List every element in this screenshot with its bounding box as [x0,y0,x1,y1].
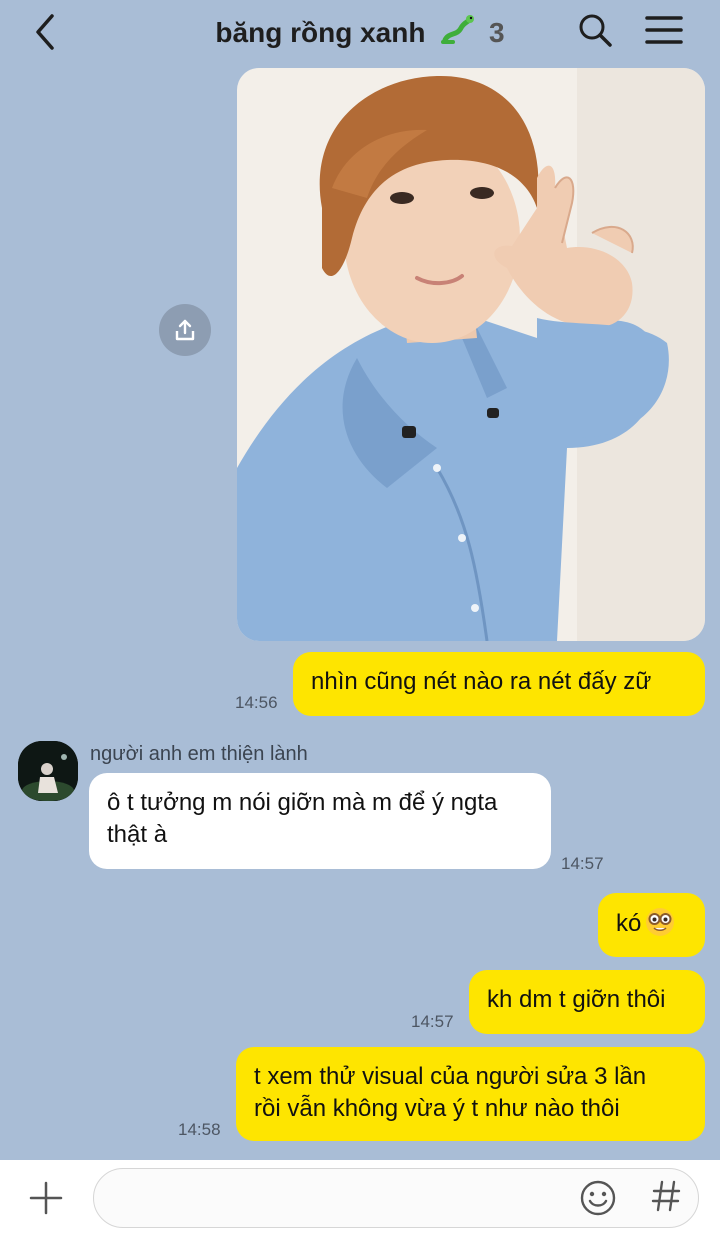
message-text: kh dm t giỡn thôi [487,986,666,1013]
message-text: nhìn cũng nét nào ra nét đấy zữ [311,668,652,695]
plus-icon [29,1181,63,1215]
sender-avatar[interactable] [18,741,78,801]
message-input-bar [0,1160,720,1236]
their-message-bubble[interactable]: ô t tưởng m nói giỡn mà m để ý ngta thật… [89,773,551,869]
message-time: 14:57 [561,854,604,873]
emoji-button[interactable] [578,1178,618,1218]
nerd-face-emoji-icon [645,907,675,946]
message-time: 14:56 [235,693,278,712]
sender-name: người anh em thiện lành [90,743,308,765]
message-text-line: rồi vẫn không vừa ý t như nào thôi [254,1095,620,1122]
message-text: kó [616,910,642,937]
message-text-line: ô t tưởng m nói giỡn mà m để ý ngta [107,789,498,816]
chat-header: băng rồng xanh 3 [0,0,720,64]
my-message-bubble[interactable]: t xem thử visual của người sửa 3 lần rồi… [236,1047,705,1141]
attach-button[interactable] [26,1178,66,1218]
search-icon [579,14,612,47]
my-message-bubble[interactable]: kó [598,893,705,957]
photo-message[interactable] [237,68,705,641]
message-text-line: t xem thử visual của người sửa 3 lần [254,1063,647,1090]
chat-title: băng rồng xanh [215,17,426,48]
hashtag-icon [651,1180,681,1212]
message-time: 14:57 [411,1012,454,1031]
my-message-bubble[interactable]: nhìn cũng nét nào ra nét đấy zữ [293,652,705,716]
hashtag-button[interactable] [648,1174,684,1218]
member-count: 3 [488,17,505,48]
hamburger-menu-icon [645,16,683,44]
smiley-icon [580,1180,616,1216]
avatar-image [18,741,78,801]
menu-button[interactable] [644,12,684,48]
share-photo-button[interactable] [159,304,211,356]
selfie-photo [237,68,705,641]
message-time: 14:58 [178,1120,221,1139]
message-text-line: thật à [107,821,168,848]
search-button[interactable] [575,10,615,50]
my-message-bubble[interactable]: kh dm t giỡn thôi [469,970,705,1034]
share-icon [175,319,195,341]
dragon-emoji-icon [439,14,475,53]
